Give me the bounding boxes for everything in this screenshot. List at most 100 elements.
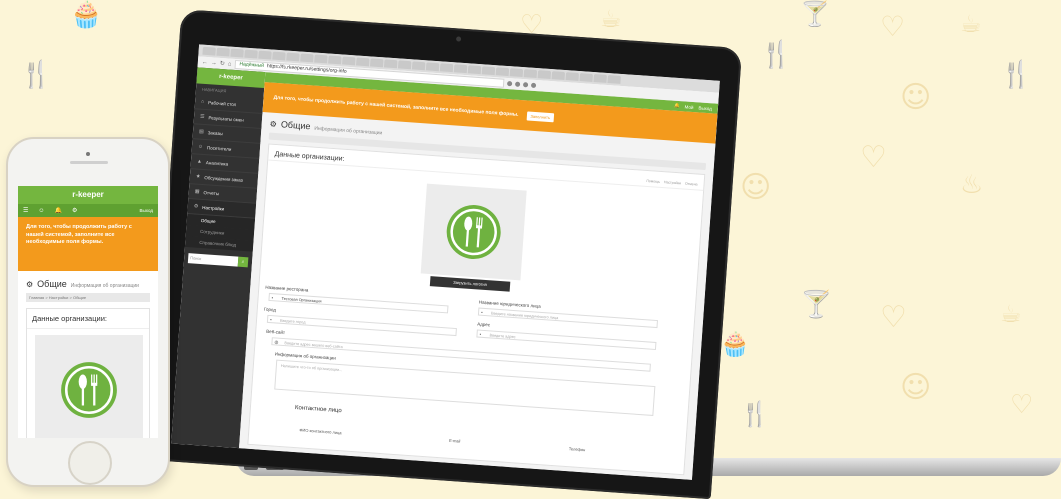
smile-icon: ☺ [740,170,772,205]
users-icon: ☺ [197,143,204,150]
org-info-placeholder: Напишите что-то об организации... [280,363,343,373]
browser-tab[interactable] [453,64,468,74]
cocktail-icon: 🍸 [800,290,833,320]
browser-tab[interactable] [579,73,594,82]
browser-tab[interactable] [537,70,552,80]
building-icon: ▪ [480,309,483,315]
forward-icon[interactable]: → [211,60,217,66]
contacts-col-phone: Телефон [568,446,586,453]
browser-tab[interactable] [216,47,230,57]
sidebar-search: Поиск ⌕ [187,253,249,268]
phone: r-keeper ☰ ☺ 🔔 ⚙ Выход Для того, чтобы п… [6,137,170,487]
address-placeholder: Введите адрес [489,333,516,340]
bell-icon[interactable]: 🔔 [55,207,62,214]
cup-icon: ☕ [1000,300,1022,328]
laptop-screen: ← → ↻ ⌂ Надёжный https://fs.rkeeper.ru/se… [171,44,720,480]
heart-icon: ♡ [880,300,907,335]
cupcake-icon: 🧁 [720,330,750,358]
browser-tab[interactable] [565,72,580,81]
browser-tab[interactable] [495,67,510,77]
extension-icon[interactable] [530,82,536,88]
extension-icon[interactable] [522,82,528,88]
reload-icon[interactable]: ↻ [220,60,225,66]
fork-spoon-icon [446,205,501,260]
browser-tab[interactable] [356,57,370,67]
gear-icon: ⚙ [26,280,34,289]
browser-tab[interactable] [509,68,524,78]
settings-icon[interactable]: ⚙ [72,207,77,214]
legal-name-field[interactable]: ▪ Введите название юридического лица [477,307,658,329]
browser-tab[interactable] [383,59,398,69]
url-secure-label: Надёжный [239,61,265,69]
cupcake-icon: 🧁 [70,0,103,30]
phone-speaker [70,161,108,164]
browser-tab[interactable] [244,49,258,59]
browser-tab[interactable] [607,75,621,84]
browser-tab[interactable] [593,74,607,83]
browser-tab[interactable] [314,54,328,64]
browser-tab[interactable] [425,62,440,72]
browser-tab[interactable] [230,48,244,58]
phone-toolbar: ☰ ☺ 🔔 ⚙ Выход [18,204,158,217]
address-field[interactable]: ▪ Введите адрес [476,329,657,351]
sidebar-item-label: Результаты смен [208,114,244,123]
browser-tab[interactable] [551,71,566,80]
cup-icon: ☕ [600,5,622,33]
city-field[interactable]: ▪ Введите город [266,314,457,337]
fork-icon: 🍴 [760,40,793,70]
menu-icon[interactable]: ☰ [23,207,28,214]
star-icon: ★ [195,173,201,180]
page-subtitle: Информация об организации [314,125,383,137]
sidebar-search-input[interactable]: Поиск [187,253,239,267]
contacts-col-name: ФИО контактного лица [299,427,342,436]
browser-tab[interactable] [523,69,538,79]
sidebar-item-label: Посетители [206,144,232,152]
logout-link[interactable]: Выход [698,105,712,111]
browser-tab[interactable] [286,52,300,62]
extension-icon[interactable] [514,81,520,87]
browser-tab[interactable] [481,66,496,76]
home-icon[interactable]: ⌂ [228,61,232,67]
fill-form-button[interactable]: Заполнить [526,110,555,122]
browser-tab[interactable] [411,61,426,71]
restaurant-name-value: Тестовая Организация [281,296,322,304]
bell-icon[interactable]: 🔔 [674,103,680,109]
browser-tab[interactable] [467,65,482,75]
browser-tab[interactable] [202,46,216,56]
fork-icon: 🍴 [1000,60,1033,90]
fork-icon: 🍴 [20,60,53,90]
browser-tab[interactable] [369,58,384,68]
user-icon[interactable]: ☺ [38,208,44,214]
phone-card-title: Данные организации: [27,309,149,329]
browser-tab[interactable] [342,56,356,66]
phone-home-button[interactable] [68,441,112,485]
smile-icon: ☺ [900,80,932,115]
contacts-col-email: E-mail [448,437,461,444]
phone-camera [86,152,90,156]
globe-icon: ◍ [274,339,279,345]
browser-tab[interactable] [258,50,272,60]
website-label: Веб-сайт [266,328,286,336]
card-tool-help[interactable]: Помощь [646,179,660,184]
list-icon: ☰ [199,113,205,120]
back-icon[interactable]: ← [202,59,208,65]
user-menu[interactable]: Мой [684,104,693,110]
phone-app-logo[interactable]: r-keeper [18,186,158,204]
sidebar-item-label: Отчеты [203,189,220,196]
browser-tab[interactable] [439,63,454,73]
search-icon[interactable]: ⌕ [237,256,249,268]
building-icon: ▪ [271,295,274,301]
org-data-card: Данные организации: Помощь Настройки Отм… [247,143,706,476]
card-tool-cancel[interactable]: Отмена [685,182,698,187]
restaurant-name-field[interactable]: ▪ Тестовая Организация [268,292,449,314]
browser-tab[interactable] [300,53,314,63]
sidebar-item-label: Аналитика [205,159,229,167]
extension-icon[interactable] [506,80,512,87]
gear-icon: ⚙ [193,203,199,210]
browser-tab[interactable] [397,60,412,70]
webcam [455,36,462,42]
browser-tab[interactable] [328,55,342,65]
browser-tab[interactable] [272,51,286,61]
phone-logout-link[interactable]: Выход [140,208,153,213]
home-icon: ⌂ [200,98,205,105]
